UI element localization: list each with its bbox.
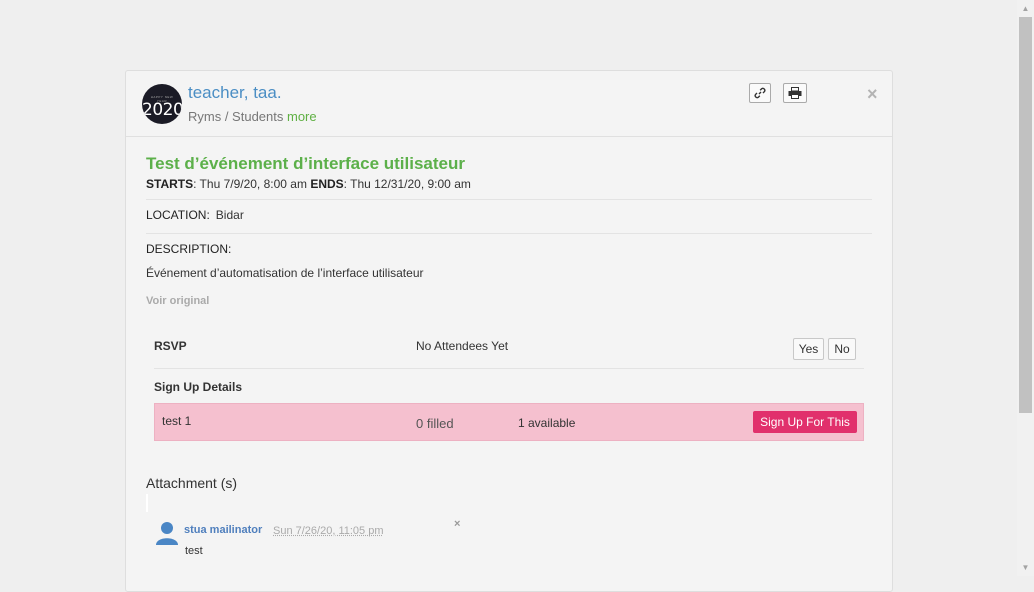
description-label: DESCRIPTION: [146, 242, 232, 256]
owner-name-link[interactable]: teacher, taa. [188, 83, 282, 103]
avatar-year: 2020 [142, 100, 182, 120]
rsvp-label: RSVP [154, 339, 187, 353]
delete-comment-icon[interactable]: × [454, 518, 460, 530]
signup-slot-row: test 1 0 filled 1 available Sign Up For … [154, 403, 864, 441]
starts-value: : Thu 7/9/20, 8:00 am [193, 177, 307, 191]
divider [146, 199, 872, 200]
location-label: LOCATION: [146, 208, 210, 222]
ends-label: ENDS [310, 177, 344, 191]
avatar: HAPPY NEW YEAR 2020 [142, 84, 182, 124]
sign-up-button[interactable]: Sign Up For This [753, 411, 857, 433]
slot-name: test 1 [162, 414, 192, 428]
owner-path-text: Ryms / Students [188, 109, 284, 124]
attachment-area [146, 494, 148, 512]
location-value: Bidar [215, 208, 244, 222]
owner-path: Ryms / Students more [188, 109, 317, 124]
event-location: LOCATION: Bidar [146, 208, 244, 222]
signup-details-label: Sign Up Details [154, 380, 243, 394]
rsvp-status: No Attendees Yet [416, 339, 509, 353]
event-dates: STARTS: Thu 7/9/20, 8:00 am ENDS: Thu 12… [146, 177, 471, 191]
close-icon[interactable]: × [867, 85, 878, 103]
comment-timestamp: Sun 7/26/20, 11:05 pm [273, 525, 384, 537]
page-scrollbar[interactable]: ▲ ▼ [1017, 0, 1034, 576]
comment-text: test [185, 545, 203, 557]
slot-available-count: 1 available [518, 416, 576, 430]
copy-link-button[interactable] [749, 83, 771, 103]
link-icon [754, 87, 766, 99]
more-link[interactable]: more [287, 109, 317, 124]
modal-header: HAPPY NEW YEAR 2020 teacher, taa. Ryms /… [126, 71, 892, 137]
starts-label: STARTS [146, 177, 194, 191]
rsvp-yes-button[interactable]: Yes [793, 338, 824, 360]
rsvp-no-button[interactable]: No [828, 338, 856, 360]
attachments-title: Attachment (s) [146, 475, 238, 491]
slot-filled-count: 0 filled [416, 416, 454, 431]
event-title: Test d’événement d’interface utilisateur [146, 154, 465, 173]
scroll-thumb[interactable] [1019, 17, 1032, 413]
user-icon [156, 522, 178, 545]
scroll-up-arrow-icon[interactable]: ▲ [1017, 0, 1034, 17]
comment-author-link[interactable]: stua mailinator [184, 524, 262, 536]
divider [154, 368, 864, 369]
scroll-down-arrow-icon[interactable]: ▼ [1017, 559, 1034, 576]
ends-value: : Thu 12/31/20, 9:00 am [343, 177, 471, 191]
print-icon [788, 87, 802, 99]
event-modal: HAPPY NEW YEAR 2020 teacher, taa. Ryms /… [125, 70, 893, 592]
voir-original-link[interactable]: Voir original [146, 295, 209, 307]
description-text: Événement d’automatisation de l’interfac… [146, 266, 424, 280]
print-button[interactable] [783, 83, 807, 103]
divider [146, 233, 872, 234]
